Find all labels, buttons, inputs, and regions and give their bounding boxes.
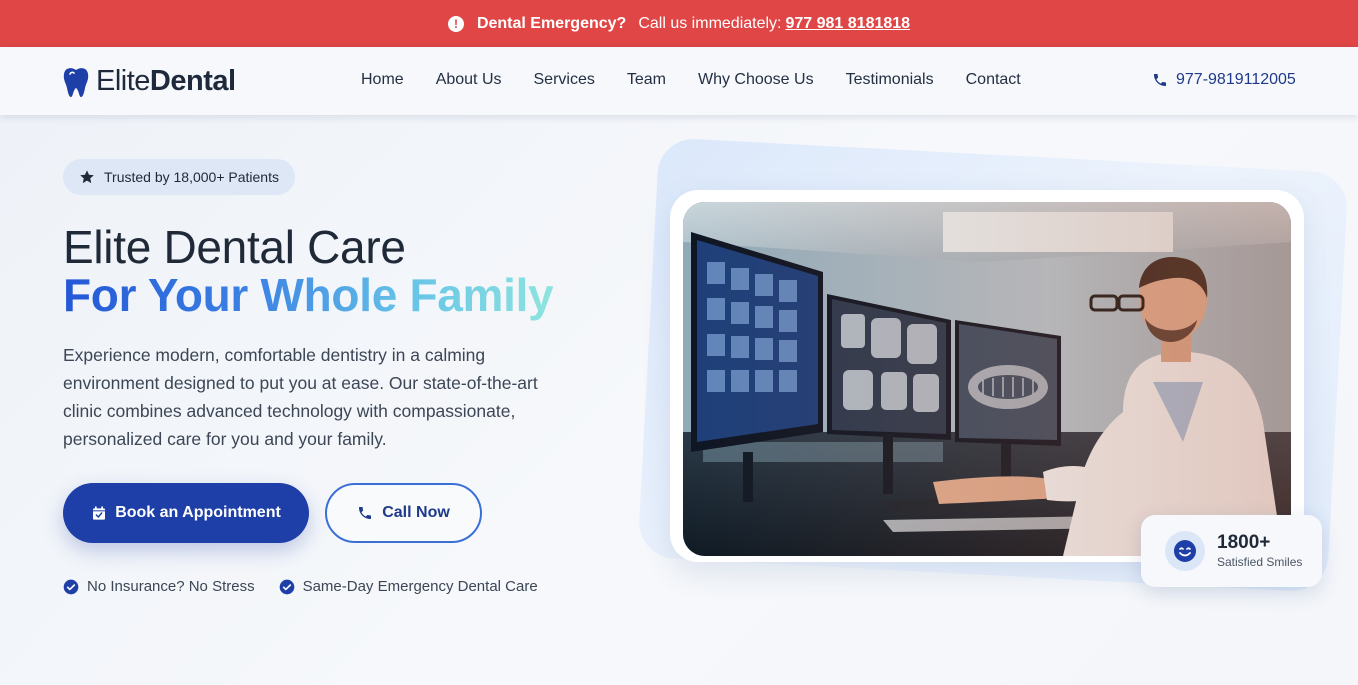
hero-title-line1: Elite Dental Care bbox=[63, 221, 406, 273]
tooth-icon bbox=[63, 67, 89, 97]
nav-testimonials[interactable]: Testimonials bbox=[846, 71, 934, 89]
call-now-label: Call Now bbox=[382, 504, 450, 521]
calendar-check-icon bbox=[93, 506, 106, 520]
stat-text: 1800+ Satisfied Smiles bbox=[1217, 532, 1302, 570]
trust-badge: Trusted by 18,000+ Patients bbox=[63, 159, 295, 195]
check-circle-icon bbox=[63, 579, 79, 594]
nav-home[interactable]: Home bbox=[361, 71, 404, 89]
star-icon bbox=[80, 170, 94, 184]
feature-item: No Insurance? No Stress bbox=[63, 578, 255, 595]
book-appointment-label: Book an Appointment bbox=[115, 504, 281, 521]
call-now-button[interactable]: Call Now bbox=[325, 483, 482, 543]
emergency-phone-link[interactable]: 977 981 8181818 bbox=[785, 15, 910, 33]
header-phone-link[interactable]: 977-9819112005 bbox=[1152, 71, 1296, 89]
hero-section: Trusted by 18,000+ Patients Elite Dental… bbox=[0, 115, 1358, 685]
stat-icon-wrap bbox=[1165, 531, 1205, 571]
hero-photo-dentist-monitors bbox=[683, 202, 1291, 556]
feature-text: Same-Day Emergency Dental Care bbox=[302, 578, 538, 595]
smile-icon bbox=[1174, 540, 1196, 562]
feature-item: Same-Day Emergency Dental Care bbox=[279, 578, 538, 595]
book-appointment-button[interactable]: Book an Appointment bbox=[63, 483, 309, 543]
nav-team[interactable]: Team bbox=[627, 71, 666, 89]
site-header: Elite Dental Home About Us Services Team … bbox=[0, 47, 1358, 115]
phone-icon bbox=[1154, 74, 1166, 86]
feature-text: No Insurance? No Stress bbox=[87, 578, 255, 595]
nav-services[interactable]: Services bbox=[534, 71, 595, 89]
hero-description: Experience modern, comfortable dentistry… bbox=[63, 345, 538, 449]
satisfied-smiles-card: 1800+ Satisfied Smiles bbox=[1141, 515, 1322, 587]
emergency-text: Call us immediately: bbox=[638, 14, 782, 32]
nav-why-choose-us[interactable]: Why Choose Us bbox=[698, 71, 814, 89]
main-nav: Home About Us Services Team Why Choose U… bbox=[361, 71, 1053, 89]
logo-text-dental: Dental bbox=[149, 65, 236, 97]
logo-text-elite: Elite bbox=[96, 65, 150, 97]
feature-list: No Insurance? No Stress Same-Day Emergen… bbox=[63, 578, 562, 595]
stat-label: Satisfied Smiles bbox=[1217, 555, 1303, 569]
check-circle-icon bbox=[279, 579, 294, 594]
header-phone-number: 977-9819112005 bbox=[1176, 71, 1296, 88]
phone-icon bbox=[359, 507, 372, 519]
nav-about-us[interactable]: About Us bbox=[436, 71, 502, 89]
stat-number: 1800+ bbox=[1217, 532, 1271, 553]
emergency-bar: ! Dental Emergency? Call us immediately:… bbox=[0, 0, 1358, 47]
logo[interactable]: Elite Dental bbox=[62, 65, 236, 98]
emergency-title: Dental Emergency? bbox=[476, 14, 627, 32]
nav-contact[interactable]: Contact bbox=[966, 71, 1021, 89]
hero-title-line2: For Your Whole Family bbox=[63, 269, 554, 321]
trust-badge-text: Trusted by 18,000+ Patients bbox=[104, 169, 279, 185]
alert-icon: ! bbox=[447, 15, 464, 32]
